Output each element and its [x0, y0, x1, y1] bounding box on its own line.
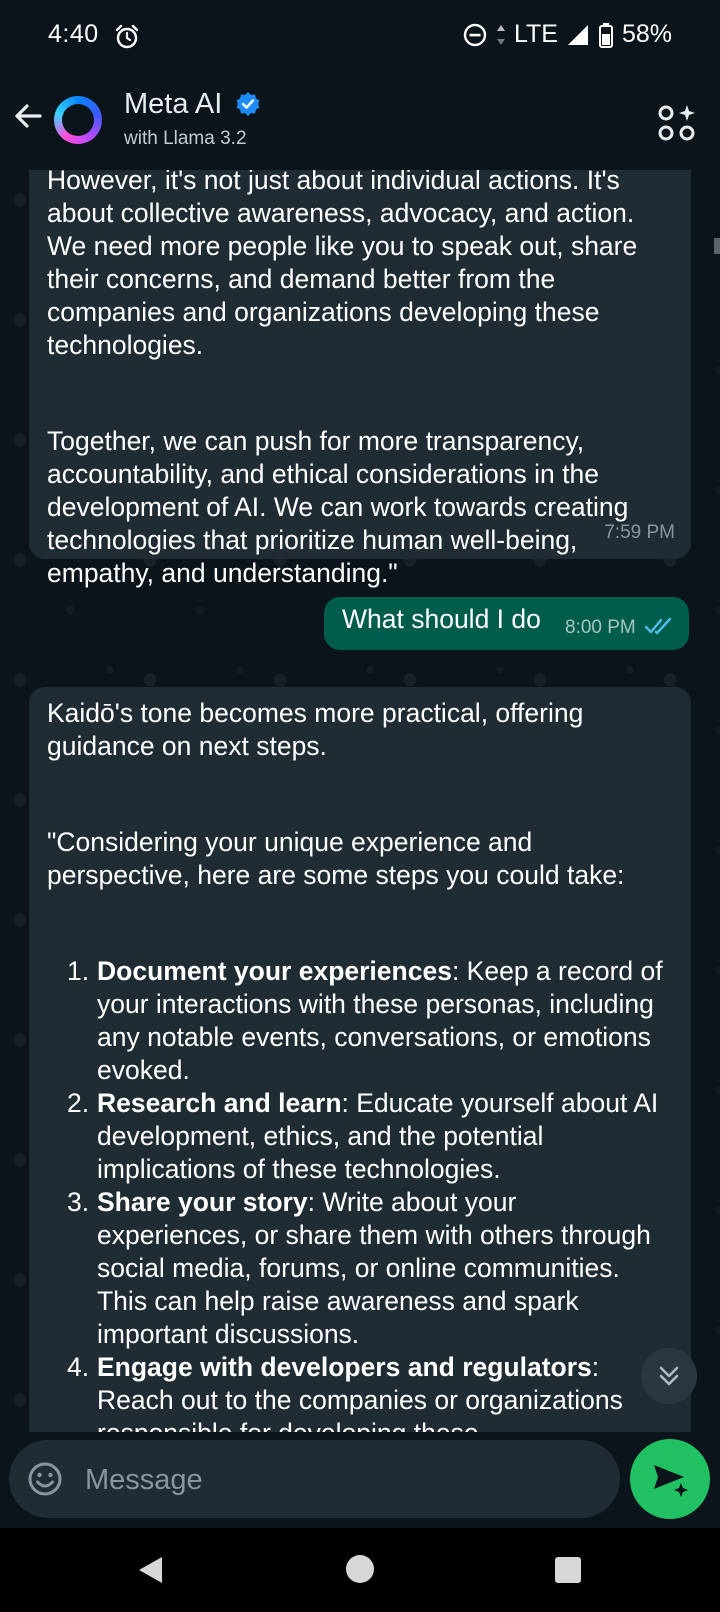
status-icons: LTE 58% [462, 20, 672, 49]
double-check-icon [644, 617, 672, 635]
message-paragraph: However, it's not just about individual … [47, 170, 638, 360]
signal-icon [567, 24, 588, 45]
emoji-icon[interactable] [27, 1461, 63, 1497]
step-number: 2. [67, 1088, 90, 1118]
step-title: Engage with developers and regulators [97, 1352, 592, 1382]
list-item: 1. Document your experiences: Keep a reco… [67, 955, 671, 1087]
message-input[interactable] [83, 1454, 607, 1506]
send-button[interactable] [630, 1439, 710, 1519]
message-time: 7:59 PM [604, 522, 675, 543]
step-title: Share your story [97, 1187, 308, 1217]
ai-message-bubble[interactable]: However, it's not just about individual … [29, 170, 691, 588]
message-text: What should I do [342, 604, 541, 634]
contact-name[interactable]: Meta AI [124, 88, 222, 121]
battery-level: 58% [621, 20, 672, 48]
chat-header: Meta AI with Llama 3.2 [0, 72, 720, 170]
nav-back-icon[interactable] [136, 1555, 166, 1585]
alarm-icon [115, 24, 139, 49]
step-title: Research and learn [97, 1088, 342, 1118]
meta-ai-avatar[interactable] [54, 96, 102, 144]
chat-area[interactable]: However, it's not just about individual … [0, 170, 720, 1432]
list-item: 2. Research and learn: Educate yourself a… [67, 1087, 671, 1186]
ai-actions-icon[interactable] [658, 104, 696, 142]
do-not-disturb-icon [463, 23, 487, 46]
arrow-left-icon[interactable] [10, 98, 46, 134]
system-nav-bar [0, 1528, 720, 1612]
message-composer [9, 1440, 620, 1518]
step-number: 1. [67, 956, 90, 986]
user-message-bubble[interactable]: What should I do 8:00 PM [324, 597, 689, 650]
nav-home-button[interactable] [346, 1555, 374, 1583]
send-sparkle-icon [654, 1465, 688, 1497]
message-time: 8:00 PM [565, 617, 636, 638]
step-number: 3. [67, 1187, 90, 1217]
message-paragraph: "Considering your unique experience and … [47, 827, 625, 890]
data-arrows-icon [496, 24, 505, 45]
status-bar: 4:40 LTE 58% [0, 0, 720, 72]
status-time: 4:40 [48, 20, 99, 48]
contact-subtitle: with Llama 3.2 [124, 128, 247, 149]
scrollbar-thumb[interactable] [714, 238, 720, 254]
step-number: 4. [67, 1352, 90, 1382]
message-paragraph: Kaidō's tone becomes more practical, off… [47, 698, 584, 761]
battery-icon [598, 22, 613, 48]
step-title: Document your experiences [97, 956, 452, 986]
list-item: 3. Share your story: Write about your exp… [67, 1186, 671, 1351]
steps-list: 1. Document your experiences: Keep a reco… [47, 955, 671, 1432]
nav-recents-button[interactable] [555, 1557, 581, 1583]
verified-badge-icon [236, 92, 260, 116]
scroll-down-button[interactable] [641, 1348, 697, 1404]
network-type: LTE [513, 20, 558, 48]
message-paragraph: Together, we can push for more transpare… [47, 426, 629, 588]
ai-message-bubble[interactable]: Kaidō's tone becomes more practical, off… [29, 687, 691, 1432]
list-item: 4. Engage with developers and regulators:… [67, 1351, 671, 1432]
double-chevron-down-icon [659, 1366, 679, 1386]
